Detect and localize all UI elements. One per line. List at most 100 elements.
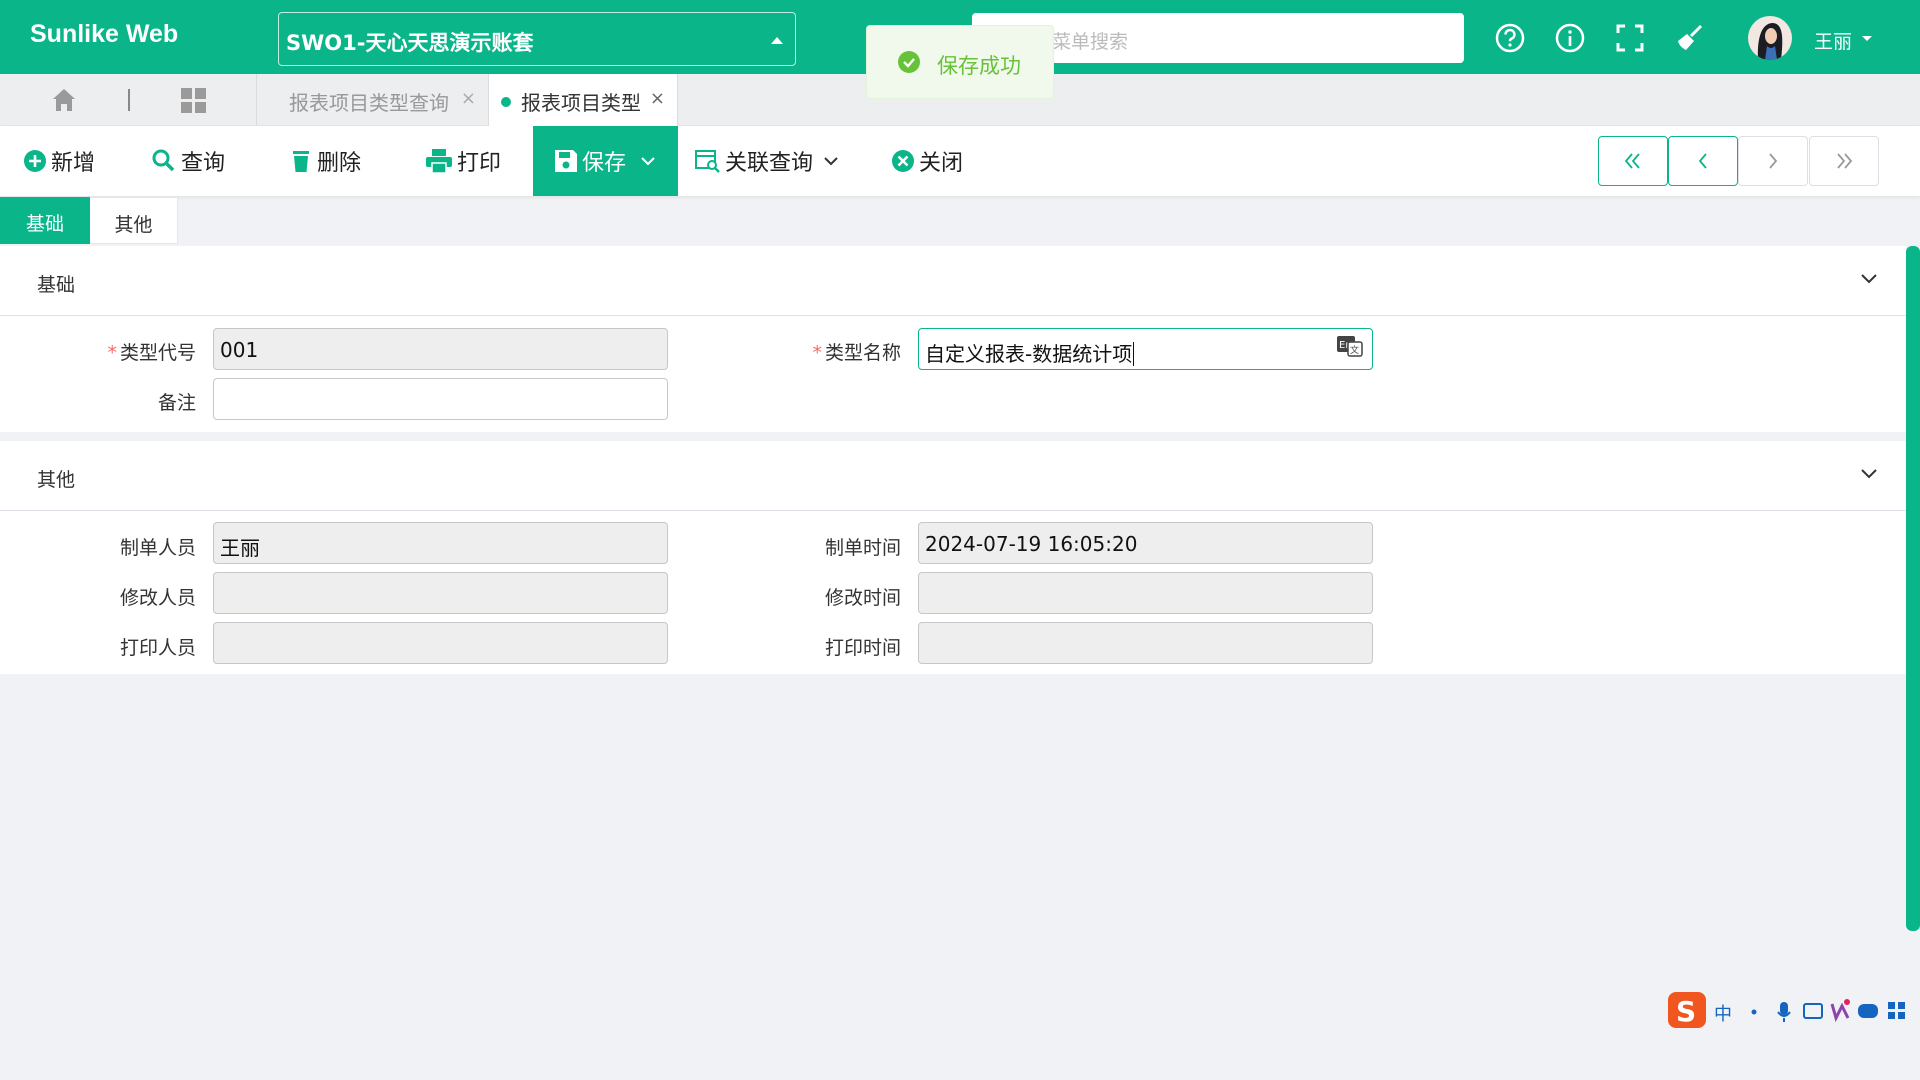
home-icon[interactable] (50, 86, 78, 114)
info-icon[interactable] (1554, 22, 1586, 54)
divider (128, 89, 130, 111)
previous-record-button[interactable] (1668, 136, 1738, 186)
svg-text:文: 文 (1350, 344, 1359, 356)
chevron-down-icon[interactable] (1860, 466, 1878, 480)
skin-icon (1830, 1002, 1850, 1023)
chevron-down-icon[interactable] (823, 155, 839, 167)
ime-toolbar[interactable]: S 中 (1668, 990, 1920, 1032)
save-button[interactable]: 保存 (533, 126, 678, 196)
close-icon[interactable]: × (461, 88, 476, 109)
creator-label: 制单人员 (119, 537, 196, 559)
modifier-field[interactable] (213, 572, 668, 614)
required-asterisk: * (107, 342, 117, 364)
vertical-scrollbar[interactable] (1906, 246, 1920, 931)
chevron-down-icon[interactable] (1860, 271, 1878, 285)
delete-button[interactable]: 删除 (288, 126, 361, 196)
fullscreen-icon[interactable] (1614, 22, 1646, 54)
action-toolbar: 新增 查询 删除 打印 保存 关联查询 关闭 (0, 126, 1920, 196)
microphone-icon (1780, 1002, 1788, 1015)
account-selector[interactable]: SWO1-天心天思演示账套 (278, 12, 796, 66)
modifier-label: 修改人员 (119, 587, 196, 609)
close-button[interactable]: 关闭 (890, 126, 963, 196)
label-text: 类型名称 (824, 342, 901, 364)
basic-section: 基础 * 类型代号 001 * 类型名称 自定义报表-数据统计项 En 文 备注 (0, 246, 1906, 432)
tab-report-item-type-query[interactable]: 报表项目类型查询 × (256, 74, 486, 126)
label-text: 类型代号 (119, 342, 196, 364)
section-title: 基础 (37, 274, 76, 296)
broom-icon[interactable] (1674, 22, 1706, 54)
double-chevron-left-icon (1624, 153, 1640, 169)
create-time-field[interactable]: 2024-07-19 16:05:20 (918, 522, 1373, 564)
keyboard-icon (1803, 1003, 1823, 1019)
user-name[interactable]: 王丽 (1814, 27, 1852, 54)
modify-time-label: 修改时间 (824, 587, 901, 609)
tab-report-item-type[interactable]: 报表项目类型 × (488, 74, 678, 126)
search-icon (152, 149, 175, 172)
printer-icon (426, 149, 452, 174)
type-name-label: * 类型名称 (764, 338, 901, 365)
type-name-field[interactable]: 自定义报表-数据统计项 En 文 (918, 328, 1373, 370)
new-button-label: 新增 (51, 151, 96, 176)
remark-field[interactable] (213, 378, 668, 420)
section-header[interactable]: 基础 (0, 246, 1906, 316)
create-time-label: 制单时间 (824, 537, 901, 559)
creator-field[interactable]: 王丽 (213, 522, 668, 564)
user-dropdown-caret-icon[interactable] (1862, 36, 1872, 41)
grid-menu-icon[interactable] (180, 87, 208, 115)
type-name-value: 自定义报表-数据统计项 (925, 342, 1133, 366)
modify-time-field[interactable] (918, 572, 1373, 614)
app-logo: Sunlike Web (30, 20, 179, 48)
success-toast: 保存成功 (866, 25, 1054, 99)
trash-icon (293, 151, 309, 172)
tab-label: 报表项目类型 (521, 91, 641, 115)
print-time-label: 打印时间 (824, 637, 901, 659)
query-button[interactable]: 查询 (150, 126, 225, 196)
punctuation-icon (1751, 1009, 1757, 1015)
section-title: 其他 (37, 469, 76, 491)
chevron-right-icon (1769, 153, 1778, 169)
toolbox-icon (1888, 1002, 1895, 1009)
caret-up-icon (771, 37, 783, 44)
svg-text:S: S (1676, 995, 1696, 1028)
related-query-button-label: 关联查询 (725, 151, 814, 176)
section-header[interactable]: 其他 (0, 441, 1906, 511)
printer-label: 打印人员 (119, 637, 196, 659)
form-tab-basic[interactable]: 基础 (0, 197, 90, 244)
next-record-button[interactable] (1738, 136, 1808, 186)
print-time-field[interactable] (918, 622, 1373, 664)
text-cursor (1133, 342, 1135, 366)
related-query-button[interactable]: 关联查询 (694, 126, 842, 196)
chevron-left-icon (1698, 153, 1707, 169)
tab-label: 报表项目类型查询 (289, 91, 449, 115)
close-circle-icon (892, 150, 914, 172)
form-tab-other[interactable]: 其他 (90, 197, 178, 244)
check-circle-icon (898, 51, 920, 73)
ime-mode: 中 (1714, 1004, 1732, 1025)
first-record-button[interactable] (1598, 136, 1668, 186)
translate-icon[interactable]: En 文 (1336, 335, 1364, 359)
close-button-label: 关闭 (919, 151, 964, 176)
active-dot-icon (501, 97, 511, 107)
related-search-icon (695, 150, 720, 173)
close-icon[interactable]: × (650, 88, 665, 109)
required-asterisk: * (812, 342, 822, 364)
avatar[interactable] (1748, 16, 1792, 60)
gamepad-icon (1858, 1004, 1878, 1018)
remark-label: 备注 (157, 392, 196, 414)
last-record-button[interactable] (1809, 136, 1879, 186)
double-chevron-right-icon (1837, 153, 1853, 169)
plus-circle-icon (24, 150, 46, 172)
query-button-label: 查询 (181, 151, 226, 176)
new-button[interactable]: 新增 (22, 126, 95, 196)
type-code-label: * 类型代号 (60, 338, 196, 365)
type-code-field[interactable]: 001 (213, 328, 668, 370)
print-button[interactable]: 打印 (424, 126, 501, 196)
help-icon[interactable] (1494, 22, 1526, 54)
floppy-disk-icon (555, 150, 577, 172)
other-section: 其他 制单人员 王丽 制单时间 2024-07-19 16:05:20 修改人员… (0, 441, 1906, 674)
avatar-image (1757, 23, 1783, 60)
printer-field[interactable] (213, 622, 668, 664)
save-button-label: 保存 (582, 151, 627, 176)
chevron-down-icon[interactable] (640, 155, 656, 167)
account-selector-value: SWO1-天心天思演示账套 (286, 31, 534, 55)
